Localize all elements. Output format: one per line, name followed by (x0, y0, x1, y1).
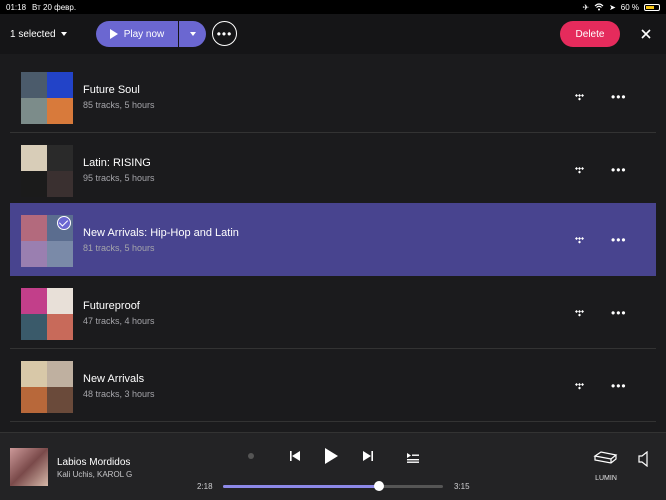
delete-button[interactable]: Delete (560, 21, 620, 47)
row-more-icon[interactable]: ••• (611, 164, 627, 176)
playlist-row[interactable]: Futureproof 47 tracks, 4 hours ••• (10, 276, 656, 349)
play-group: Play now (96, 21, 206, 47)
row-more-icon[interactable]: ••• (611, 91, 627, 103)
playlist-title: Futureproof (83, 300, 140, 312)
volume-icon[interactable] (637, 451, 651, 467)
total-time: 3:15 (454, 482, 470, 491)
close-icon[interactable] (638, 26, 654, 42)
device-icon[interactable] (592, 450, 618, 468)
tidal-icon (575, 383, 584, 390)
playlist-subtitle: 95 tracks, 5 hours (83, 173, 155, 183)
status-dot-icon (248, 453, 254, 459)
location-icon: ➤ (609, 2, 616, 12)
tidal-icon (575, 94, 584, 101)
play-now-label: Play now (123, 28, 165, 40)
now-playing-title[interactable]: Labios Mordidos (57, 457, 130, 468)
next-track-icon[interactable] (362, 449, 374, 463)
selection-count: 1 selected (10, 28, 56, 40)
previous-track-icon[interactable] (289, 449, 301, 463)
now-playing-artwork[interactable] (10, 448, 48, 486)
progress-knob[interactable] (374, 481, 385, 491)
selection-dropdown[interactable]: 1 selected (10, 29, 67, 40)
wifi-icon (594, 3, 604, 11)
progress-fill (223, 485, 380, 488)
row-more-icon[interactable]: ••• (611, 307, 627, 319)
play-icon (109, 29, 118, 39)
playlist-title: New Arrivals: Hip-Hop and Latin (83, 227, 239, 239)
playlist-artwork (21, 72, 73, 124)
playlist-artwork (21, 288, 73, 340)
progress-bar[interactable] (223, 481, 443, 491)
row-more-icon[interactable]: ••• (611, 234, 627, 246)
play-icon[interactable] (323, 447, 339, 465)
queue-icon[interactable] (406, 451, 420, 463)
now-playing-bar: Labios Mordidos Kali Uchis, KAROL G 2:18… (0, 432, 666, 500)
playlist-artwork (21, 361, 73, 413)
playlist-subtitle: 81 tracks, 5 hours (83, 243, 155, 253)
status-date: Вт 20 февр. (32, 2, 77, 12)
playlist-artwork (21, 145, 73, 197)
row-more-icon[interactable]: ••• (611, 380, 627, 392)
elapsed-time: 2:18 (197, 482, 213, 491)
more-dots-icon: ••• (216, 26, 233, 41)
selected-check-icon (57, 216, 71, 230)
battery-icon (644, 3, 660, 11)
now-playing-artist[interactable]: Kali Uchis, KAROL G (57, 470, 132, 479)
playlist-subtitle: 85 tracks, 5 hours (83, 100, 155, 110)
status-time: 01:18 (6, 2, 27, 12)
status-bar: 01:18 Вт 20 февр. ✈ ➤ 60 % (0, 0, 666, 14)
playlist-row-selected[interactable]: New Arrivals: Hip-Hop and Latin 81 track… (10, 203, 656, 276)
caret-down-icon (60, 32, 67, 36)
playlist-title: Future Soul (83, 84, 140, 96)
battery-percent: 60 % (620, 2, 639, 12)
playlist-subtitle: 47 tracks, 4 hours (83, 316, 155, 326)
selection-toolbar: 1 selected Play now ••• Delete (0, 14, 666, 54)
device-label[interactable]: LUMIN (592, 475, 620, 482)
caret-down-icon (189, 32, 196, 36)
playlist-title: New Arrivals (83, 373, 145, 385)
playlist-row[interactable]: Latin: RISING 95 tracks, 5 hours ••• (10, 133, 656, 206)
playlist-subtitle: 48 tracks, 3 hours (83, 389, 155, 399)
airplane-icon: ✈ (582, 2, 590, 12)
play-options-button[interactable] (179, 21, 206, 47)
tidal-icon (575, 167, 584, 174)
tidal-icon (575, 310, 584, 317)
more-options-button[interactable]: ••• (212, 21, 237, 46)
tidal-icon (575, 237, 584, 244)
playlist-title: Latin: RISING (83, 157, 151, 169)
play-now-button[interactable]: Play now (96, 21, 178, 47)
playlist-row[interactable]: Future Soul 85 tracks, 5 hours ••• (10, 60, 656, 133)
playlist-row[interactable]: New Arrivals 48 tracks, 3 hours ••• (10, 349, 656, 422)
